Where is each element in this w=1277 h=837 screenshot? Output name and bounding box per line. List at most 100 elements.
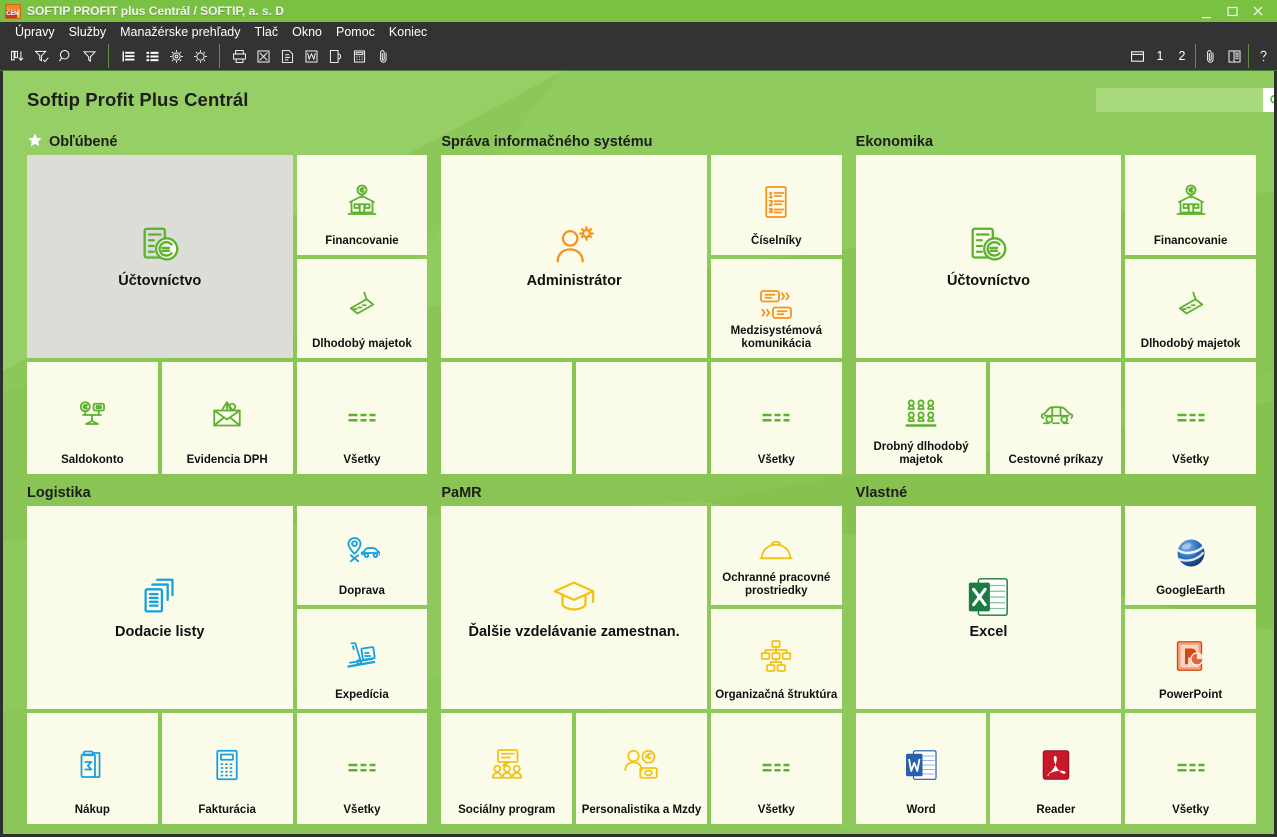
tile-uctovnictvo[interactable]: Účtovníctvo — [27, 155, 293, 359]
group-header: Logistika — [27, 480, 427, 506]
group-header: Vlastné — [856, 480, 1256, 506]
tile-group-logistika: Logistika Dodacie listy Doprava Expedícia Ná… — [27, 480, 428, 824]
tile-drobny-dlhodoby-majetok[interactable]: Drobný dlhodobý majetok — [855, 362, 987, 474]
tile-label: Všetky — [1172, 804, 1210, 816]
side-panel-icon[interactable] — [1222, 44, 1246, 68]
maximize-button[interactable] — [1219, 0, 1245, 22]
tile-reader[interactable]: Reader — [990, 712, 1122, 824]
tile-dodacie-listy[interactable]: Dodacie listy — [27, 505, 293, 709]
tile-label-wrap: Word — [856, 804, 987, 817]
user-gear-icon — [551, 223, 597, 269]
gear-outline-icon[interactable] — [188, 44, 212, 68]
document-pen-icon[interactable] — [275, 44, 299, 68]
tile-saldokonto[interactable]: Saldokonto — [27, 362, 158, 474]
menu-item-okno[interactable]: Okno — [285, 22, 329, 42]
paperclip-icon[interactable] — [371, 44, 395, 68]
search-input[interactable] — [1096, 88, 1263, 112]
bank-euro-icon — [344, 184, 380, 220]
list-detail-icon[interactable] — [116, 44, 140, 68]
title-bar: CEN SOFTIP PROFIT plus Centrál / SOFTIP,… — [0, 0, 1277, 22]
tile-label: Cestovné príkazy — [1008, 453, 1104, 466]
tile-dlhodoby-majetok[interactable]: Dlhodobý majetok — [1125, 258, 1256, 359]
tile-vsetky[interactable]: Všetky — [1125, 362, 1256, 474]
menu-item-pomoc[interactable]: Pomoc — [329, 22, 382, 42]
tile-administrator[interactable]: Administrátor — [441, 155, 707, 359]
tile-label-wrap: Financovanie — [297, 235, 428, 248]
toolbar-num-2[interactable]: 2 — [1171, 44, 1193, 68]
help-question-icon[interactable] — [1251, 44, 1275, 68]
tile-socialny-program[interactable]: Sociálny program — [441, 712, 573, 824]
tile-group-sprava-informacneho-systemu: Správa informačného systému Administrátor… — [441, 129, 842, 474]
tile-label: Evidencia DPH — [186, 453, 268, 466]
tile-vsetky[interactable]: Všetky — [1125, 712, 1256, 824]
tile-empty — [576, 362, 707, 474]
tile-vsetky[interactable]: Všetky — [710, 362, 842, 474]
tile-label: Dodacie listy — [115, 623, 205, 640]
window-icon[interactable] — [1125, 44, 1149, 68]
menu-item-sluzby[interactable]: Služby — [62, 22, 114, 42]
search-button[interactable] — [1263, 88, 1274, 112]
search-magnifier-icon[interactable] — [53, 44, 77, 68]
sort-icon[interactable] — [5, 44, 29, 68]
tile-label: Financovanie — [1153, 234, 1228, 247]
tile-vsetky[interactable]: Všetky — [296, 712, 428, 824]
printer-icon[interactable] — [227, 44, 251, 68]
tile-dalsie-vzdelavanie-zamestnan[interactable]: Ďalšie vzdelávanie zamestnan. — [441, 505, 707, 709]
tile-excel[interactable]: Excel — [855, 505, 1122, 709]
delivery-notes-icon — [137, 574, 183, 620]
tile-label: Personalistika a Mzdy — [581, 804, 702, 816]
tile-ciselniky[interactable]: Číselníky — [710, 155, 842, 255]
tile-label-wrap: Personalistika a Mzdy — [576, 804, 707, 817]
tile-nakup[interactable]: Nákup — [27, 712, 158, 824]
attachment-paperclip-icon[interactable] — [1198, 44, 1222, 68]
group-title: Správa informačného systému — [441, 134, 653, 150]
tile-googleearth[interactable]: GoogleEarth — [1125, 505, 1256, 606]
close-button[interactable] — [1245, 0, 1271, 22]
tile-financovanie[interactable]: Financovanie — [296, 155, 428, 255]
minimize-button[interactable] — [1193, 0, 1219, 24]
group-title: Ekonomika — [855, 134, 934, 150]
vat-envelope-icon — [209, 397, 245, 433]
tile-medzisystemova-komunikacia[interactable]: Medzisystémová komunikácia — [710, 258, 842, 359]
tile-evidencia-dph[interactable]: Evidencia DPH — [161, 362, 293, 474]
tile-cestovne-prikazy[interactable]: Cestovné príkazy — [990, 362, 1122, 474]
tile-label: Administrátor — [526, 273, 622, 290]
tile-financovanie[interactable]: Financovanie — [1125, 155, 1256, 255]
all-lines-icon — [758, 747, 794, 783]
tile-label: Financovanie — [325, 234, 399, 247]
tile-label-wrap: Drobný dlhodobý majetok — [856, 441, 987, 467]
group-title: PaMR — [441, 484, 482, 501]
tile-word[interactable]: Word — [855, 712, 987, 824]
tile-dlhodoby-majetok[interactable]: Dlhodobý majetok — [296, 258, 428, 359]
tile-uctovnictvo[interactable]: Účtovníctvo — [855, 155, 1122, 359]
tile-fakturacia[interactable]: Fakturácia — [161, 712, 293, 824]
tile-label: Doprava — [338, 585, 385, 598]
window-controls — [1193, 0, 1271, 22]
filter-check-icon[interactable] — [29, 44, 53, 68]
list-grid-icon[interactable] — [140, 44, 164, 68]
tile-vsetky[interactable]: Všetky — [296, 362, 428, 474]
tile-organizacna-struktura[interactable]: Organizačná štruktúra — [710, 609, 842, 709]
group-header: Ekonomika — [856, 129, 1256, 155]
menu-item-upravy[interactable]: Úpravy — [8, 22, 62, 42]
funnel-icon[interactable] — [77, 44, 101, 68]
menu-item-koniec[interactable]: Koniec — [382, 22, 434, 42]
document-signature-icon[interactable] — [323, 44, 347, 68]
word-export-icon[interactable] — [299, 44, 323, 68]
tile-doprava[interactable]: Doprava — [296, 505, 428, 606]
gear-filled-icon[interactable] — [164, 44, 188, 68]
tile-expedicia[interactable]: Expedícia — [296, 609, 428, 709]
tile-ochranne-pracovne-prostriedky[interactable]: Ochranné pracovné prostriedky — [710, 505, 842, 606]
tile-label: Všetky — [343, 453, 381, 466]
tile-powerpoint[interactable]: PowerPoint — [1125, 609, 1256, 709]
menu-item-tlac[interactable]: Tlač — [248, 22, 286, 42]
tile-personalistika-a-mzdy[interactable]: Personalistika a Mzdy — [576, 712, 707, 824]
menu-item-manazerske-prehlady[interactable]: Manažérske prehľady — [113, 22, 247, 42]
calculator-icon[interactable] — [347, 44, 371, 68]
toolbar: 1 2 — [0, 42, 1277, 71]
graduation-cap-icon — [551, 574, 597, 620]
excel-export-icon[interactable] — [251, 44, 275, 68]
toolbar-num-1[interactable]: 1 — [1149, 44, 1171, 68]
tile-vsetky[interactable]: Všetky — [710, 712, 842, 824]
toolbar-group-view — [111, 42, 217, 70]
